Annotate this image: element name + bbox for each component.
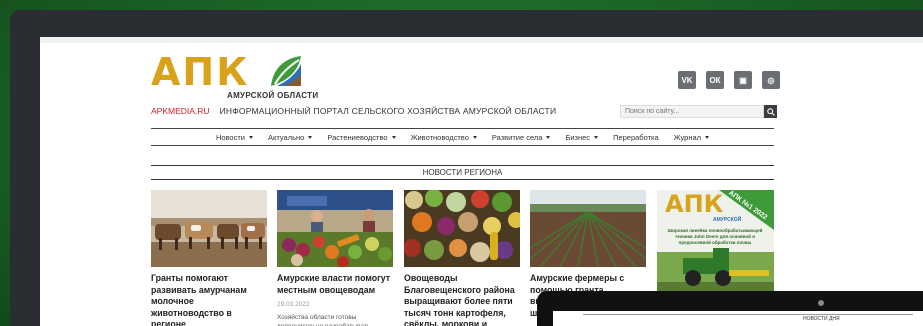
news-card[interactable]: Гранты помогают развивать амурчанам моло…: [151, 190, 267, 326]
logo-subtitle: АМУРСКОЙ ОБЛАСТИ: [227, 91, 319, 100]
nav-item-actual[interactable]: Актуально: [268, 133, 313, 142]
news-card[interactable]: Амурские власти помогут местным овощевод…: [277, 190, 393, 326]
search-icon: [766, 107, 775, 116]
main-nav: Новости Актуально Растениеводство Животн…: [151, 128, 774, 146]
news-title[interactable]: Амурские власти помогут местным овощевод…: [277, 273, 393, 296]
news-card[interactable]: Овощеводы Благовещенского района выращив…: [404, 190, 520, 326]
news-image-vegetables[interactable]: [404, 190, 520, 267]
chevron-down-icon: [546, 135, 551, 139]
portal-description: ИНФОРМАЦИОННЫЙ ПОРТАЛ СЕЛЬСКОГО ХОЗЯЙСТВ…: [219, 106, 557, 116]
news-image-market[interactable]: [277, 190, 393, 267]
site-logo[interactable]: АПК АМУРСКОЙ ОБЛАСТИ: [151, 50, 318, 112]
chevron-down-icon: [705, 135, 710, 139]
social-links: VK ОК ▣ ◎: [678, 71, 780, 89]
news-image-cows[interactable]: [151, 190, 267, 267]
nav-item-magazine[interactable]: Журнал: [674, 133, 710, 142]
news-title[interactable]: Овощеводы Благовещенского района выращив…: [404, 273, 520, 326]
nav-item-processing[interactable]: Переработка: [613, 133, 659, 142]
nav-item-crops[interactable]: Растениеводство: [327, 133, 396, 142]
news-title[interactable]: Гранты помогают развивать амурчанам моло…: [151, 273, 267, 326]
nav-item-news[interactable]: Новости: [216, 133, 253, 142]
nav-item-rural[interactable]: Развитие села: [492, 133, 551, 142]
laptop-frame: НОВОСТИ ДНЯ: [537, 291, 923, 326]
camera-icon: [818, 300, 824, 306]
magazine-subtitle: АМУРСКОЙ: [713, 217, 742, 223]
tagline-row: APKMEDIA.RU ИНФОРМАЦИОННЫЙ ПОРТАЛ СЕЛЬСК…: [151, 106, 556, 116]
chevron-down-icon: [472, 135, 477, 139]
magazine-ad[interactable]: АПК АМУРСКОЙ АПК №1 2022 Широкая линейка…: [657, 190, 774, 302]
divider: [583, 314, 913, 315]
rutube-icon[interactable]: ▣: [734, 71, 752, 89]
search-button[interactable]: [764, 105, 777, 118]
monitor-frame: АПК АМУРСКОЙ ОБЛАСТИ VK ОК ▣ ◎ APKMEDIA.…: [10, 10, 923, 326]
site-name-link[interactable]: APKMEDIA.RU: [151, 106, 210, 116]
laptop-screen: НОВОСТИ ДНЯ: [553, 311, 923, 326]
chevron-down-icon: [248, 135, 253, 139]
odnoklassniki-icon[interactable]: ОК: [706, 71, 724, 89]
search-input[interactable]: [620, 105, 764, 118]
chevron-down-icon: [594, 135, 599, 139]
nav-item-livestock[interactable]: Животноводство: [411, 133, 477, 142]
news-excerpt: Хозяйства области готовы дополнительно р…: [277, 314, 370, 326]
logo-text: АПК: [151, 50, 250, 94]
chevron-down-icon: [308, 135, 313, 139]
nav-item-business[interactable]: Бизнес: [565, 133, 599, 142]
laptop-section-title: НОВОСТИ ДНЯ: [803, 316, 840, 322]
section-title: НОВОСТИ РЕГИОНА: [151, 165, 774, 180]
monitor-screen: АПК АМУРСКОЙ ОБЛАСТИ VK ОК ▣ ◎ APKMEDIA.…: [40, 37, 923, 326]
magazine-title: АПК: [665, 190, 724, 218]
top-band: [40, 37, 923, 43]
news-image-field[interactable]: [530, 190, 646, 267]
vk-icon[interactable]: VK: [678, 71, 696, 89]
search-box: [620, 105, 777, 118]
magazine-caption: Широкая линейка почвообрабатывающей техн…: [667, 228, 763, 245]
magazine-cover[interactable]: АПК АМУРСКОЙ АПК №1 2022 Широкая линейка…: [657, 190, 774, 302]
chevron-down-icon: [391, 135, 396, 139]
leaf-logo-icon: [271, 56, 301, 86]
news-date: 29.03.2022: [277, 301, 310, 308]
whatsapp-icon[interactable]: ◎: [762, 71, 780, 89]
